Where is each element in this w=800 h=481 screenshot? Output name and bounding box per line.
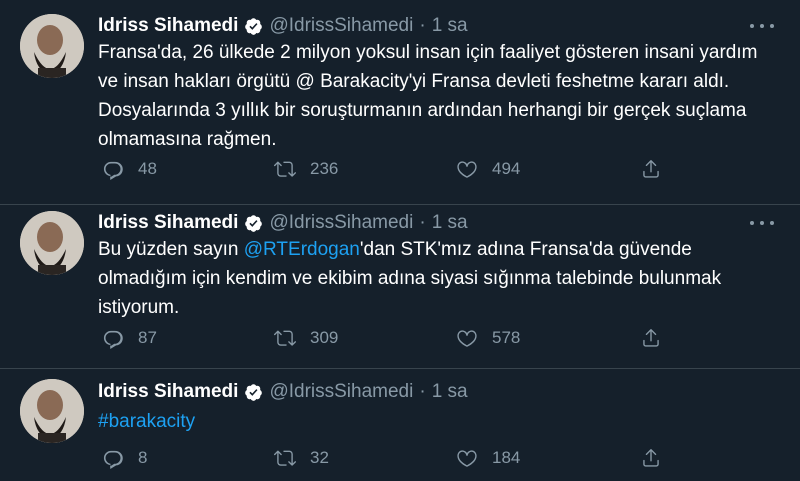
- tweet-2[interactable]: Idriss Sihamedi @IdrissSihamedi · 1 sa B…: [0, 205, 800, 375]
- reply-icon: [103, 161, 123, 180]
- separator-dot: ·: [419, 212, 426, 233]
- author-handle[interactable]: @IdrissSihamedi: [269, 15, 413, 37]
- like-icon: [457, 330, 477, 347]
- reply-button[interactable]: 48: [102, 158, 157, 180]
- tweet-time[interactable]: 1 sa: [432, 212, 468, 234]
- tweet-3[interactable]: Idriss Sihamedi @IdrissSihamedi · 1 sa #…: [0, 369, 800, 481]
- author-name[interactable]: Idriss Sihamedi: [98, 15, 238, 37]
- share-button[interactable]: [640, 158, 662, 180]
- reply-button[interactable]: 8: [102, 447, 147, 469]
- more-options-icon[interactable]: [750, 21, 774, 31]
- reply-count: 48: [138, 159, 157, 178]
- retweet-button[interactable]: 32: [274, 447, 329, 469]
- tweet-header: Idriss Sihamedi @IdrissSihamedi · 1 sa: [98, 380, 468, 404]
- tweet-1[interactable]: Idriss Sihamedi @IdrissSihamedi · 1 sa F…: [0, 0, 800, 205]
- tweet-actions: 8 32 184: [98, 447, 678, 473]
- tweet-text: Fransa'da, 26 ülkede 2 milyon yoksul ins…: [98, 42, 758, 150]
- mention-link[interactable]: @RTErdogan: [244, 239, 360, 260]
- reply-icon: [103, 450, 123, 469]
- tweet-header: Idriss Sihamedi @IdrissSihamedi · 1 sa: [98, 14, 468, 38]
- author-name[interactable]: Idriss Sihamedi: [98, 381, 238, 403]
- tweet-time[interactable]: 1 sa: [432, 15, 468, 37]
- author-handle[interactable]: @IdrissSihamedi: [269, 212, 413, 234]
- share-icon: [643, 329, 659, 347]
- separator-dot: ·: [419, 381, 426, 402]
- retweet-count: 32: [310, 448, 329, 467]
- retweet-button[interactable]: 309: [274, 327, 338, 349]
- retweet-icon: [274, 330, 296, 346]
- author-handle[interactable]: @IdrissSihamedi: [269, 381, 413, 403]
- reply-button[interactable]: 87: [102, 327, 157, 349]
- tweet-text: Bu yüzden sayın @RTErdogan'dan STK'mız a…: [98, 235, 758, 322]
- retweet-icon: [274, 450, 296, 466]
- like-icon: [457, 450, 477, 467]
- reply-count: 87: [138, 328, 157, 347]
- avatar[interactable]: [20, 379, 84, 443]
- like-button[interactable]: 578: [456, 327, 520, 349]
- like-count: 184: [492, 448, 521, 467]
- avatar[interactable]: [20, 211, 84, 275]
- tweet-actions: 48 236 494: [98, 158, 678, 184]
- separator-dot: ·: [419, 15, 426, 36]
- like-button[interactable]: 184: [456, 447, 520, 469]
- retweet-count: 309: [310, 328, 339, 347]
- avatar[interactable]: [20, 14, 84, 78]
- hashtag-link[interactable]: #barakacity: [98, 411, 195, 432]
- share-icon: [643, 449, 659, 467]
- reply-count: 8: [138, 448, 148, 467]
- tweet-text-part: Bu yüzden sayın: [98, 239, 244, 260]
- tweet-time[interactable]: 1 sa: [432, 381, 468, 403]
- more-options-icon[interactable]: [750, 218, 774, 228]
- verified-badge-icon: [245, 383, 263, 401]
- retweet-icon: [274, 161, 296, 177]
- verified-badge-icon: [245, 214, 263, 232]
- like-button[interactable]: 494: [456, 158, 520, 180]
- verified-badge-icon: [245, 17, 263, 35]
- tweet-header: Idriss Sihamedi @IdrissSihamedi · 1 sa: [98, 211, 468, 235]
- author-name[interactable]: Idriss Sihamedi: [98, 212, 238, 234]
- tweet-actions: 87 309 578: [98, 327, 678, 353]
- tweet-text: #barakacity: [98, 407, 758, 436]
- retweet-button[interactable]: 236: [274, 158, 338, 180]
- reply-icon: [103, 330, 123, 349]
- share-button[interactable]: [640, 447, 662, 469]
- like-count: 578: [492, 328, 521, 347]
- share-button[interactable]: [640, 327, 662, 349]
- like-count: 494: [492, 159, 521, 178]
- like-icon: [457, 161, 477, 178]
- retweet-count: 236: [310, 159, 339, 178]
- share-icon: [643, 160, 659, 178]
